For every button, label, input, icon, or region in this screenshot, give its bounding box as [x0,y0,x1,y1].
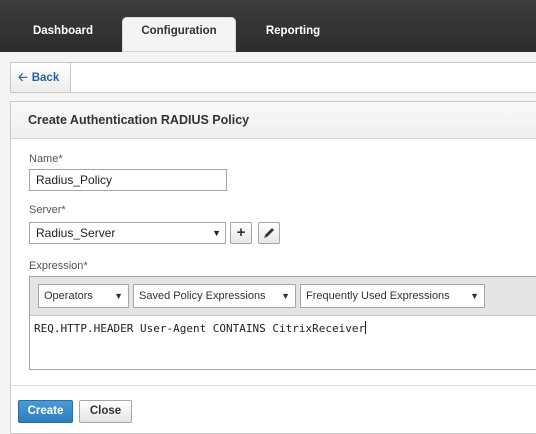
expression-input[interactable]: REQ.HTTP.HEADER User-Agent CONTAINS Citr… [34,321,367,335]
tab-configuration[interactable]: Configuration [122,17,236,52]
name-label: Name* [29,153,63,165]
page-title: Create Authentication RADIUS Policy [28,113,250,127]
saved-policy-expressions-label: Saved Policy Expressions [139,290,266,302]
caret-down-icon: ▼ [281,291,290,301]
pencil-icon [264,228,274,238]
back-bar: 🡠 Back [10,62,536,93]
saved-policy-expressions-dropdown[interactable]: Saved Policy Expressions ▼ [133,284,296,308]
footer-divider [11,385,536,386]
back-button[interactable]: 🡠 Back [11,63,71,92]
caret-down-icon: ▼ [114,291,123,301]
arrow-left-icon: 🡠 [18,70,28,84]
text-cursor [365,321,367,334]
server-label: Server* [29,204,66,216]
server-select[interactable]: Radius_Server ▼ [29,222,226,244]
operators-dropdown[interactable]: Operators ▼ [38,284,129,308]
create-button[interactable]: Create [18,400,73,423]
name-field[interactable]: Radius_Policy [29,169,227,191]
caret-down-icon: ▼ [470,291,479,301]
frequently-used-expressions-label: Frequently Used Expressions [306,290,450,302]
expression-editor: Operators ▼ Saved Policy Expressions ▼ F… [29,276,536,370]
create-policy-panel: Create Authentication RADIUS Policy Name… [10,101,536,434]
top-navigation-bar: Dashboard Configuration Reporting [0,0,536,52]
operators-dropdown-label: Operators [44,290,93,302]
tab-reporting[interactable]: Reporting [252,17,334,52]
expression-label: Expression* [29,260,88,272]
expression-text: REQ.HTTP.HEADER User-Agent CONTAINS Citr… [34,322,366,335]
tab-dashboard[interactable]: Dashboard [22,17,104,52]
close-button[interactable]: Close [79,400,132,423]
panel-header: Create Authentication RADIUS Policy [11,102,536,139]
back-label: Back [31,72,60,84]
caret-down-icon: ▼ [212,228,221,238]
server-select-value: Radius_Server [36,226,116,240]
plus-icon: + [236,224,246,241]
frequently-used-expressions-dropdown[interactable]: Frequently Used Expressions ▼ [300,284,485,308]
edit-server-button[interactable] [258,222,280,244]
add-server-button[interactable]: + [230,222,252,244]
expression-toolbar: Operators ▼ Saved Policy Expressions ▼ F… [30,277,536,316]
